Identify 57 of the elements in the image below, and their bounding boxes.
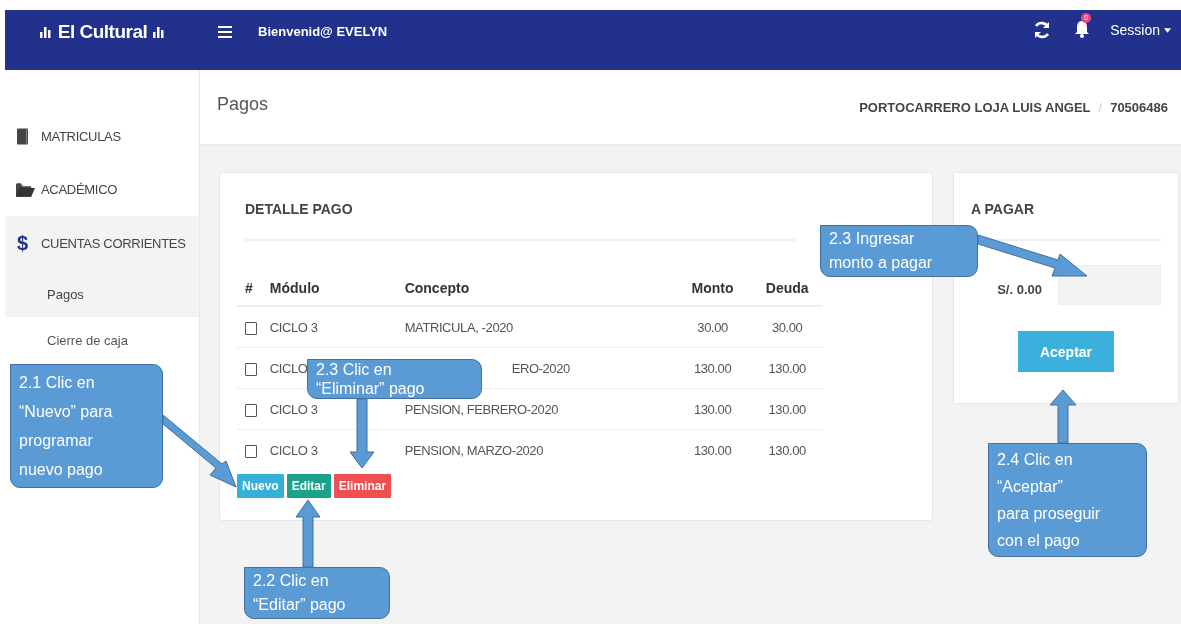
student-code: 70506486 bbox=[1110, 99, 1168, 115]
brand-name[interactable]: El Cultural bbox=[57, 21, 148, 43]
table-cell: 130.00 bbox=[768, 360, 806, 376]
breadcrumb-separator: / bbox=[1098, 99, 1103, 115]
table-cell: PENSION, FEBRERO-2020 bbox=[404, 401, 559, 417]
row-checkbox[interactable] bbox=[245, 362, 257, 376]
callout-arrow bbox=[349, 398, 375, 469]
table-cell-text: ERO-2020 bbox=[510, 360, 570, 376]
student-name: PORTOCARRERO LOJA LUIS ANGEL bbox=[859, 99, 1091, 115]
table-cell: CICLO 3 bbox=[269, 442, 318, 458]
table-cell: CICLO bbox=[269, 360, 308, 376]
welcome-text: Bienvenid@ EVELYN bbox=[258, 24, 388, 39]
menu-icon[interactable] bbox=[218, 26, 232, 38]
bell-icon[interactable] bbox=[1074, 20, 1091, 38]
table-cell: 30.00 bbox=[771, 319, 803, 335]
table-cell: MATRICULA, -2020 bbox=[404, 319, 513, 335]
column-header: Monto bbox=[672, 271, 753, 306]
callout-note: 2.1 Clic en “Nuevo” para programar nuevo pago bbox=[10, 364, 163, 488]
table-cell: CICLO 3 bbox=[269, 401, 318, 417]
callout-arrow bbox=[295, 499, 321, 568]
table-cell: 30.00 bbox=[697, 319, 728, 335]
bar-chart-icon bbox=[153, 26, 166, 38]
card-title: A PAGAR bbox=[971, 201, 1035, 217]
column-header: Concepto bbox=[404, 271, 673, 306]
row-checkbox[interactable] bbox=[245, 403, 257, 417]
table-cell: 130.00 bbox=[693, 401, 732, 417]
amount-label: S/. 0.00 bbox=[997, 281, 1042, 297]
column-header: # bbox=[237, 271, 270, 306]
caret-icon bbox=[1164, 27, 1171, 33]
callout-note: 2.2 Clic en “Editar” pago bbox=[244, 567, 390, 619]
table-cell: CICLO 3 bbox=[269, 319, 318, 335]
book-icon bbox=[17, 128, 29, 145]
row-checkbox[interactable] bbox=[245, 444, 257, 458]
sidebar-subitem[interactable]: Pagos bbox=[5, 271, 199, 317]
table-cell: 130.00 bbox=[693, 442, 732, 458]
callout-note: 2.3 Clic en “Eliminar” pago bbox=[307, 359, 482, 399]
table-cell: 130.00 bbox=[768, 401, 806, 417]
column-header: Módulo bbox=[269, 271, 405, 306]
dollar-icon: $ bbox=[17, 232, 29, 255]
session-menu[interactable]: Session bbox=[1110, 22, 1171, 38]
card-title: DETALLE PAGO bbox=[244, 201, 354, 217]
bar-chart-icon bbox=[39, 26, 52, 38]
sidebar-item[interactable]: MATRICULAS bbox=[5, 110, 199, 163]
action-button[interactable]: Eliminar bbox=[333, 474, 392, 498]
callout-arrow bbox=[1049, 389, 1077, 444]
amount-field[interactable] bbox=[1058, 265, 1161, 305]
column-header: Deuda bbox=[752, 271, 822, 306]
folder-icon bbox=[16, 182, 35, 197]
table-cell: PENSION, MARZO-2020 bbox=[404, 442, 543, 458]
row-checkbox[interactable] bbox=[245, 321, 257, 335]
sidebar-item[interactable]: $ CUENTAS CORRIENTES bbox=[5, 216, 199, 271]
table-cell: 130.00 bbox=[693, 360, 732, 376]
sidebar-item[interactable]: ACADÉMICO bbox=[5, 163, 199, 216]
page-title: Pagos bbox=[217, 93, 269, 115]
callout-note: 2.4 Clic en “Aceptar” para proseguir con el pago bbox=[988, 443, 1147, 557]
callout-note: 2.3 Ingresar monto a pagar bbox=[820, 225, 978, 277]
table-cell: 130.00 bbox=[768, 442, 806, 458]
